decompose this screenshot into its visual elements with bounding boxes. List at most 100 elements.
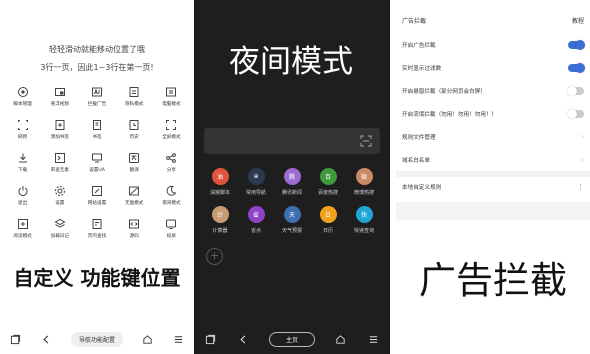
shortcut-label: 百度热搜 [317,190,338,196]
function-item[interactable]: 源码 [116,218,153,244]
toggle-switch[interactable] [568,39,585,50]
nav-config-button[interactable]: 导航功能配置 [70,331,123,347]
function-item[interactable]: 网站设置 [78,185,115,211]
shortcut-item[interactable]: 快快递查询 [346,206,382,234]
function-item[interactable]: 拦截广告 [78,86,115,112]
floating-video-icon [54,88,65,96]
layers-icon [54,218,66,228]
function-item[interactable]: 夜间模式 [153,185,190,211]
function-item[interactable]: 设置 [41,185,78,211]
home-icon[interactable] [334,332,348,346]
settings-row[interactable]: 开启流氓拦截（勿用！勿用！勿用！） [396,102,590,125]
desktop-mode-icon [166,87,177,97]
add-shortcut-button[interactable]: + [206,248,223,265]
shortcut-item[interactable]: 百百度热搜 [310,168,346,196]
function-item[interactable]: 悬浮视频 [41,86,78,112]
function-item[interactable]: 加载日记 [41,218,78,244]
toggle-switch[interactable] [567,85,584,96]
settings-list: 开启广告拦截实时显示过滤数 开启悬窗拦截（部分网页会白屏） 开启流氓拦截（勿用！勿用… [396,33,590,197]
moon-icon [166,185,177,196]
promo-title: 广告拦截 [419,259,567,302]
function-item[interactable]: 添加书签 [41,119,78,145]
function-item[interactable]: 书签 [78,119,115,145]
ad-block-panel: 广告拦截 教程 开启广告拦截实时显示过滤数 开启悬窗拦截（部分网页会白屏） 开启流氓… [396,0,590,354]
function-item[interactable]: 历史 [116,119,153,145]
site-settings-icon [91,186,102,196]
scan-icon[interactable] [360,135,372,147]
shortcut-icon: 百 [319,168,337,185]
back-icon[interactable] [40,332,54,346]
function-label: 刷新 [17,135,28,140]
settings-row[interactable]: 开启广告拦截 [396,33,590,56]
shortcut-item[interactable]: ⊕ 常用导航 [238,168,274,196]
tabs-icon[interactable] [9,332,23,346]
function-label: 退出 [17,201,28,206]
function-label: 设置UA [89,168,105,173]
back-icon[interactable] [236,332,250,346]
cast-icon [166,219,177,229]
shortcut-item[interactable]: 日日历 [310,206,346,234]
function-item[interactable]: 无图模式 [116,185,153,211]
translate-icon [129,153,140,163]
settings-row[interactable]: 实时显示过滤数 [396,56,590,79]
function-label: 加载日记 [50,234,69,239]
promo-title: 夜间模式 [229,44,353,80]
home-button[interactable]: 主页 [268,331,315,347]
script-icon [17,87,28,97]
shortcut-icon: 天 [283,206,301,223]
tabs-icon[interactable] [203,332,217,346]
settings-row[interactable]: 域名白名单 › [396,148,590,171]
promo-title: 自定义 功能键位置 [13,266,181,290]
more-vert-icon[interactable]: ⋮ [577,183,584,191]
settings-row[interactable]: 规则文件管理 › [396,125,590,148]
tutorial-link[interactable]: 教程 [572,16,584,25]
chevron-right-icon: › [580,155,584,164]
function-item[interactable]: 翻译 [116,152,153,178]
download-icon [18,153,27,163]
function-item[interactable]: 隐私模式 [116,86,153,112]
refresh-icon [17,120,28,130]
settings-label: 开启广告拦截 [402,42,436,49]
shortcut-label: 省点 [250,228,261,234]
function-label: 阅读模式 [13,234,32,239]
hint-text: 轻轻滑动就能移动位置了哦 [49,45,145,54]
menu-icon[interactable] [171,332,185,346]
shortcut-item[interactable]: 计计算器 [202,206,238,234]
local-rules-row[interactable]: 本地自定义规则 ⋮ [396,177,590,197]
shortcut-item[interactable]: 微微博热搜 [346,168,382,196]
function-label: 书签 [92,135,102,140]
function-label: 投屏 [166,234,176,239]
toggle-switch[interactable] [567,108,584,119]
menu-icon[interactable] [367,332,381,346]
shortcut-icon: 快 [355,206,373,223]
function-item[interactable]: 分享 [153,152,190,178]
function-item[interactable]: 脚本管理 [4,86,41,112]
function-item[interactable]: 审查元素 [41,152,78,178]
function-label: 拦截广告 [87,102,107,107]
share-icon [166,153,177,163]
shortcut-item[interactable]: 省省点 [238,206,274,234]
function-item[interactable]: 设置UA [78,152,115,178]
settings-header: 广告拦截 教程 [402,16,584,25]
function-label: 全屏模式 [162,135,181,140]
function-item[interactable]: 下载 [4,152,41,178]
shortcut-icon: ⊕ [247,168,265,185]
toggle-switch[interactable] [568,62,585,73]
shortcut-item[interactable]: 油油猴脚本 [202,168,238,196]
function-item[interactable]: 阅读模式 [4,218,41,244]
function-item[interactable]: 电脑模式 [153,86,190,112]
page-title: 广告拦截 [402,18,427,25]
function-item[interactable]: 退出 [4,185,41,211]
shortcut-label: 日历 [322,228,333,234]
settings-row[interactable]: 开启悬窗拦截（部分网页会白屏） [396,79,590,102]
function-item[interactable]: 全屏模式 [153,119,190,145]
search-input[interactable] [204,128,380,154]
function-item[interactable]: 投屏 [153,218,190,244]
shortcut-item[interactable]: 腾腾讯新闻 [274,168,310,196]
function-item[interactable]: 刷新 [4,119,41,145]
settings-label: 开启流氓拦截（勿用！勿用！勿用！） [402,111,498,118]
shortcut-item[interactable]: 天天气预报 [274,206,310,234]
home-icon[interactable] [140,332,154,346]
function-item[interactable]: 页内查找 [78,218,115,244]
shortcut-icon: 油 [211,168,229,185]
